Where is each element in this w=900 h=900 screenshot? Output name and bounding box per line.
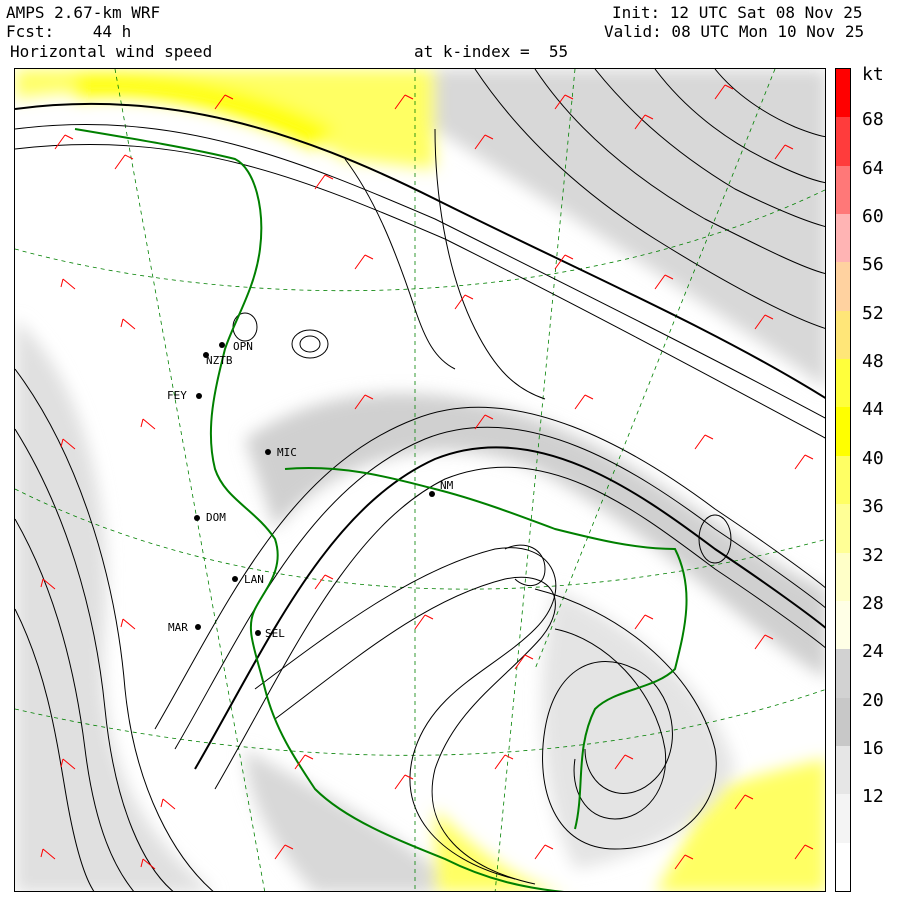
colorbar-bin <box>836 407 850 457</box>
colorbar-tick-label: 36 <box>862 496 884 518</box>
station-dot-fey <box>196 393 202 399</box>
colorbar-tick-label: 56 <box>862 254 884 276</box>
coastline <box>74 128 565 891</box>
station-label-opn: OPN <box>233 340 253 353</box>
colorbar-tick-label: 40 <box>862 447 884 469</box>
colorbar-bin <box>836 552 850 602</box>
field-name: Horizontal wind speed <box>10 42 213 61</box>
station-label-fey: FEY <box>167 389 187 402</box>
colorbar-bin <box>836 165 850 215</box>
colorbar-bin <box>836 697 850 747</box>
station-dot-mar <box>195 624 201 630</box>
station-dot-mic <box>265 449 271 455</box>
station-label-mar: MAR <box>168 621 188 634</box>
colorbar-bin <box>836 117 850 167</box>
map-canvas <box>15 69 825 891</box>
gray-band-south <box>245 749 463 891</box>
colorbar-tick-label: 60 <box>862 206 884 228</box>
jet-band-south <box>435 809 558 891</box>
station-dot-sel <box>255 630 261 636</box>
colorbar-bin <box>836 310 850 360</box>
colorbar-bin <box>836 214 850 263</box>
colorbar-tick-label: 64 <box>862 157 884 179</box>
station-label-mic: MIC <box>277 446 297 459</box>
colorbar-tick-label: 20 <box>862 689 884 711</box>
colorbar-bin <box>836 842 850 892</box>
colorbar-tick-label: 12 <box>862 786 884 808</box>
station-dot-nm <box>429 491 435 497</box>
station-dot-lan <box>232 576 238 582</box>
colorbar-tick-label: 32 <box>862 544 884 566</box>
colorbar-bin <box>836 504 850 554</box>
init-time: Init: 12 UTC Sat 08 Nov 25 <box>612 3 863 22</box>
gray-band-center <box>245 393 825 678</box>
colorbar-bin <box>836 455 850 505</box>
colorbar-bin <box>836 359 850 408</box>
station-dot-opn <box>219 342 225 348</box>
station-label-nztb: NZTB <box>206 354 233 367</box>
station-label-sel: SEL <box>265 627 285 640</box>
colorbar-bin <box>836 649 850 699</box>
vertical-level: at k-index = 55 <box>414 42 569 61</box>
colorbar-tick-label: 28 <box>862 592 884 614</box>
colorbar-tick-label: 68 <box>862 109 884 131</box>
colorbar-bin <box>836 69 850 118</box>
model-title: AMPS 2.67-km WRF <box>6 3 161 22</box>
colorbar-bin <box>836 794 850 844</box>
colorbar-tick-label: 24 <box>862 641 884 663</box>
gray-band-northeast <box>435 69 825 388</box>
colorbar-bin <box>836 600 850 650</box>
valid-time: Valid: 08 UTC Mon 10 Nov 25 <box>604 22 865 41</box>
wind-speed-map <box>14 68 826 892</box>
station-label-lan: LAN <box>244 573 264 586</box>
colorbar-tick-label: 48 <box>862 351 884 373</box>
colorbar <box>835 68 851 892</box>
forecast-hour: Fcst: 44 h <box>6 22 132 41</box>
colorbar-tick-label: 16 <box>862 737 884 759</box>
station-label-nm: NM <box>440 479 454 492</box>
colorbar-bin <box>836 745 850 795</box>
colorbar-bin <box>836 262 850 312</box>
colorbar-tick-label: 44 <box>862 399 884 421</box>
station-dot-dom <box>194 515 200 521</box>
colorbar-unit: kt <box>862 64 884 85</box>
gray-band-west <box>15 319 213 891</box>
station-label-dom: DOM <box>206 511 226 524</box>
colorbar-tick-label: 52 <box>862 302 884 324</box>
